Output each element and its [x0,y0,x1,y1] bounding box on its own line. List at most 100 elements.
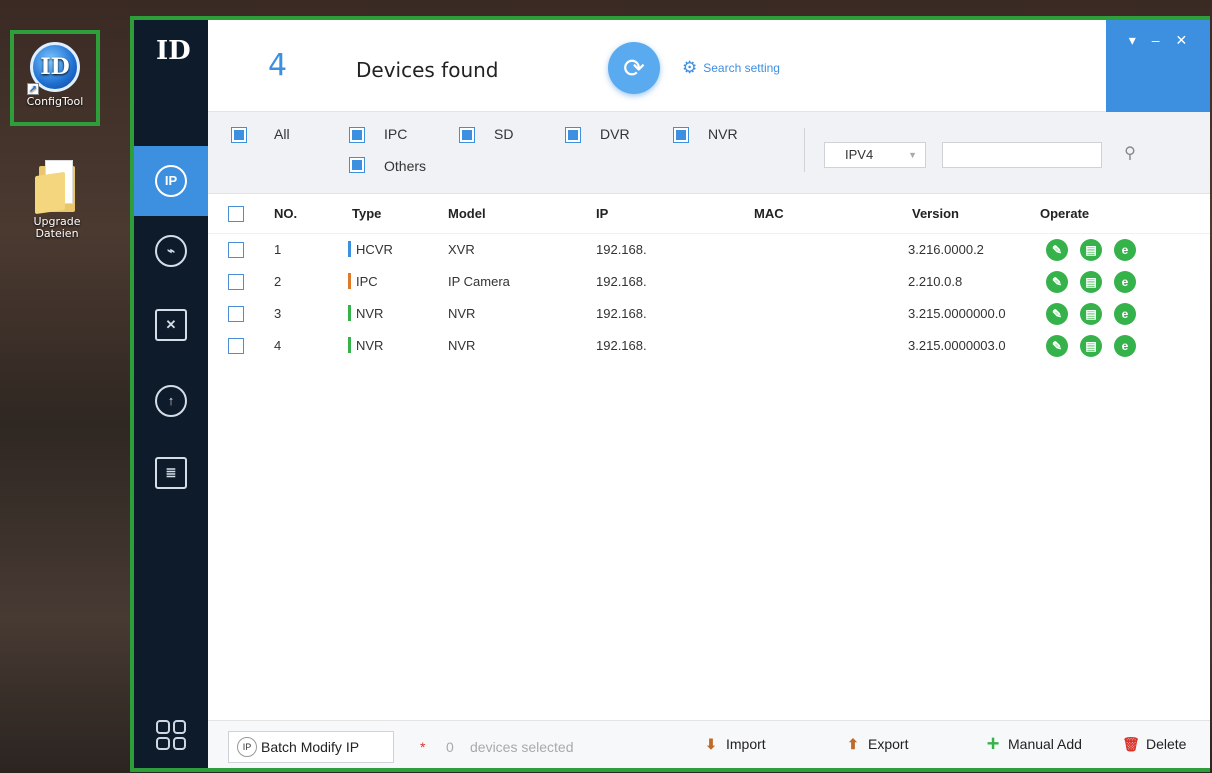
filter-sd-checkbox[interactable] [459,127,475,143]
selected-label: devices selected [470,739,574,755]
upgrade-label-line2: Dateien [35,227,79,240]
minimize-icon[interactable]: – [1152,32,1160,48]
edit-icon[interactable]: ✎ [1046,271,1068,293]
filter-others-checkbox[interactable] [349,157,365,173]
search-icon[interactable]: ⚲ [1118,142,1142,166]
web-icon[interactable]: e [1114,335,1136,357]
filter-nvr-label: NVR [708,126,738,142]
shortcut-arrow-icon: ↗ [27,83,39,95]
close-icon[interactable]: ✕ [1176,32,1188,49]
row-model: NVR [448,306,476,321]
row-version: 3.215.0000000.0 [908,306,1006,321]
row-no: 4 [274,338,282,353]
footer-bar: IP Batch Modify IP * 0 devices selected … [208,720,1210,768]
select-all-checkbox[interactable] [228,206,244,222]
type-color-bar [348,273,351,289]
edit-icon[interactable]: ✎ [1046,303,1068,325]
sidebar-item-camera[interactable]: ⌁ [134,216,208,286]
edit-icon[interactable]: ✎ [1046,239,1068,261]
window-controls: ▾ – ✕ [1106,20,1210,112]
web-icon[interactable]: e [1114,271,1136,293]
delete-button[interactable]: 🗑 Delete [1122,735,1186,753]
col-operate: Operate [1040,206,1090,221]
table-row[interactable]: 1 HCVR XVR 192.168. 3.216.0000.2 ✎ ▤ e [208,234,1210,266]
search-input[interactable] [942,142,1102,168]
type-color-bar [348,305,351,321]
import-button[interactable]: ⬇ Import [702,735,766,753]
filter-all-checkbox[interactable] [231,127,247,143]
row-type-label: NVR [356,338,384,353]
gear-icon: ⚙ [682,58,698,77]
row-ip: 192.168. [596,338,647,353]
row-type: NVR [348,330,383,362]
sidebar-item-tools[interactable]: ✕ [134,290,208,360]
table-header: NO. Type Model IP MAC Version Operate [208,194,1210,234]
folder-icon [35,160,79,215]
table-row[interactable]: 3 NVR NVR 192.168. 3.215.0000000.0 ✎ ▤ e [208,298,1210,330]
info-icon[interactable]: ▤ [1080,271,1102,293]
filter-dvr-label: DVR [600,126,630,142]
row-model: IP Camera [448,274,510,289]
configtool-desktop-shortcut[interactable]: ID ↗ ConfigTool [10,30,100,126]
sidebar-item-document[interactable]: ≣ [134,438,208,508]
sidebar-item-ip[interactable]: IP [134,146,208,216]
web-icon[interactable]: e [1114,239,1136,261]
type-color-bar [348,337,351,353]
row-type: NVR [348,298,383,330]
filter-ipc-checkbox[interactable] [349,127,365,143]
filter-others-label: Others [384,158,427,174]
info-icon[interactable]: ▤ [1080,239,1102,261]
type-color-bar [348,241,351,257]
filter-all-label: All [274,126,290,142]
row-type: HCVR [348,234,393,266]
manual-add-label: Manual Add [1008,736,1082,752]
app-logo: ID [156,36,191,66]
info-icon[interactable]: ▤ [1080,335,1102,357]
chevron-down-icon: ▼ [908,150,917,160]
ip-version-value: IPV4 [845,147,874,162]
main-content: 4 Devices found ⟳ ⚙ Search setting ▾ – ✕… [208,20,1210,768]
document-icon: ≣ [155,457,187,489]
col-version: Version [912,206,959,221]
col-model: Model [448,206,486,221]
search-setting-button[interactable]: ⚙ Search setting [682,58,780,78]
row-no: 3 [274,306,282,321]
sidebar-item-upgrade[interactable]: ↑ [134,366,208,436]
filter-nvr-checkbox[interactable] [673,127,689,143]
export-label: Export [868,736,909,752]
info-icon[interactable]: ▤ [1080,303,1102,325]
configtool-window: ID IP ⌁ ✕ ↑ ≣ 4 Devices found ⟳ ⚙ Search… [130,16,1210,772]
refresh-icon: ⟳ [623,53,645,83]
row-type-label: NVR [356,306,384,321]
row-checkbox[interactable] [228,338,244,354]
col-ip: IP [596,206,609,221]
table-row[interactable]: 2 IPC IP Camera 192.168. 2.210.0.8 ✎ ▤ e [208,266,1210,298]
device-table: NO. Type Model IP MAC Version Operate 1 … [208,194,1210,362]
web-icon[interactable]: e [1114,303,1136,325]
upgrade-folder-shortcut[interactable]: Upgrade Dateien [12,160,102,240]
menu-dropdown-icon[interactable]: ▾ [1129,32,1136,49]
row-version: 2.210.0.8 [908,274,963,289]
table-row[interactable]: 4 NVR NVR 192.168. 3.215.0000003.0 ✎ ▤ e [208,330,1210,362]
delete-label: Delete [1146,736,1187,752]
ip-version-select[interactable]: IPV4 ▼ [824,142,926,168]
ip-icon: IP [155,165,187,197]
import-label: Import [726,736,766,752]
col-mac: MAC [754,206,784,221]
filter-dvr-checkbox[interactable] [565,127,581,143]
row-checkbox[interactable] [228,274,244,290]
device-count: 4 [268,48,288,83]
apps-icon[interactable] [156,720,186,750]
row-ip: 192.168. [596,274,647,289]
row-checkbox[interactable] [228,306,244,322]
row-checkbox[interactable] [228,242,244,258]
row-ip: 192.168. [596,306,647,321]
upgrade-icon: ↑ [155,385,187,417]
row-type: IPC [348,266,378,298]
refresh-button[interactable]: ⟳ [608,42,660,94]
export-button[interactable]: ⬆ Export [844,735,908,753]
batch-modify-ip-button[interactable]: IP Batch Modify IP [228,731,394,763]
sidebar: ID IP ⌁ ✕ ↑ ≣ [134,20,208,768]
manual-add-button[interactable]: + Manual Add [984,733,1082,755]
edit-icon[interactable]: ✎ [1046,335,1068,357]
